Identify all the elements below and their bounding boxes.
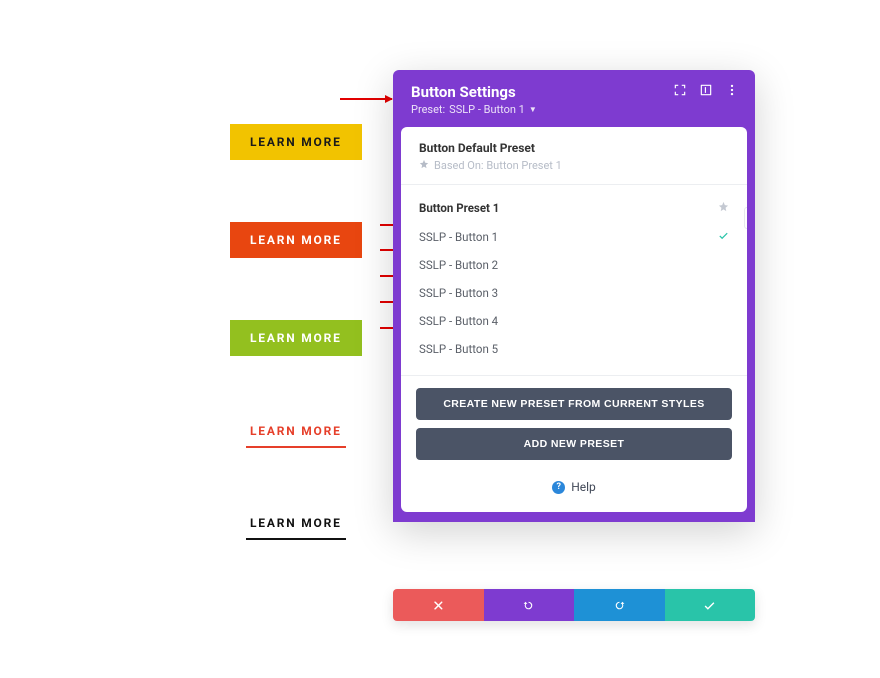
preset-current-value: SSLP - Button 1 bbox=[449, 103, 525, 116]
preset-item-label: SSLP - Button 1 bbox=[419, 230, 498, 244]
button-settings-modal: Button Settings Preset: SSLP - Button 1 … bbox=[393, 70, 755, 522]
add-preset-button[interactable]: ADD NEW PRESET bbox=[416, 428, 732, 460]
preset-item-label: SSLP - Button 2 bbox=[419, 258, 498, 272]
help-label: Help bbox=[571, 480, 596, 494]
check-icon bbox=[718, 230, 729, 244]
preset-list-section: Button Preset 1 SSLP - Button 1 SSLP - B… bbox=[401, 185, 747, 376]
more-icon[interactable] bbox=[725, 83, 739, 97]
help-icon: ? bbox=[552, 481, 565, 494]
check-icon bbox=[703, 599, 716, 612]
redo-icon bbox=[613, 599, 626, 612]
preset-item[interactable]: SSLP - Button 3 bbox=[419, 279, 729, 307]
default-preset-title: Button Default Preset bbox=[419, 141, 729, 155]
undo-icon bbox=[522, 599, 535, 612]
default-preset-based-on: Based On: Button Preset 1 bbox=[434, 159, 562, 172]
preset-item-label: SSLP - Button 4 bbox=[419, 314, 498, 328]
preset-dropdown-panel: r ⋮ Button Default Preset Based On: Butt… bbox=[401, 127, 747, 512]
redo-button[interactable] bbox=[574, 589, 665, 621]
preset-item[interactable]: SSLP - Button 1 bbox=[419, 223, 729, 251]
preset-list-header-label: Button Preset 1 bbox=[419, 201, 499, 215]
preset-item[interactable]: SSLP - Button 2 bbox=[419, 251, 729, 279]
create-preset-button[interactable]: CREATE NEW PRESET FROM CURRENT STYLES bbox=[416, 388, 732, 420]
example-buttons-column: LEARN MORE LEARN MORE LEARN MORE LEARN M… bbox=[230, 124, 362, 540]
preset-item-label: SSLP - Button 3 bbox=[419, 286, 498, 300]
chevron-down-icon: ▼ bbox=[529, 105, 537, 114]
star-icon[interactable] bbox=[718, 201, 729, 215]
modal-header: Button Settings Preset: SSLP - Button 1 … bbox=[393, 70, 755, 127]
close-button[interactable] bbox=[393, 589, 484, 621]
example-button-5[interactable]: LEARN MORE bbox=[246, 510, 346, 540]
preset-actions: CREATE NEW PRESET FROM CURRENT STYLES AD… bbox=[401, 376, 747, 468]
preset-selector[interactable]: Preset: SSLP - Button 1 ▼ bbox=[411, 103, 537, 116]
example-button-4[interactable]: LEARN MORE bbox=[246, 418, 346, 448]
example-button-3[interactable]: LEARN MORE bbox=[230, 320, 362, 356]
save-button[interactable] bbox=[665, 589, 756, 621]
preset-label-prefix: Preset: bbox=[411, 103, 445, 116]
background-peek-dots: ⋮ bbox=[744, 283, 747, 301]
preset-item[interactable]: SSLP - Button 5 bbox=[419, 335, 729, 363]
example-button-2[interactable]: LEARN MORE bbox=[230, 222, 362, 258]
modal-footer-actions bbox=[393, 589, 755, 621]
preset-item[interactable]: SSLP - Button 4 bbox=[419, 307, 729, 335]
background-peek: r bbox=[744, 207, 747, 229]
undo-button[interactable] bbox=[484, 589, 575, 621]
annotation-arrow-header bbox=[340, 98, 392, 100]
modal-title: Button Settings bbox=[411, 83, 537, 101]
close-icon bbox=[432, 599, 445, 612]
focus-icon[interactable] bbox=[673, 83, 687, 97]
responsive-icon[interactable] bbox=[699, 83, 713, 97]
preset-list-header-row[interactable]: Button Preset 1 bbox=[419, 199, 729, 223]
preset-item-label: SSLP - Button 5 bbox=[419, 342, 498, 356]
star-icon bbox=[419, 159, 429, 172]
default-preset-section[interactable]: Button Default Preset Based On: Button P… bbox=[401, 127, 747, 185]
example-button-1[interactable]: LEARN MORE bbox=[230, 124, 362, 160]
help-link[interactable]: ? Help bbox=[401, 468, 747, 512]
